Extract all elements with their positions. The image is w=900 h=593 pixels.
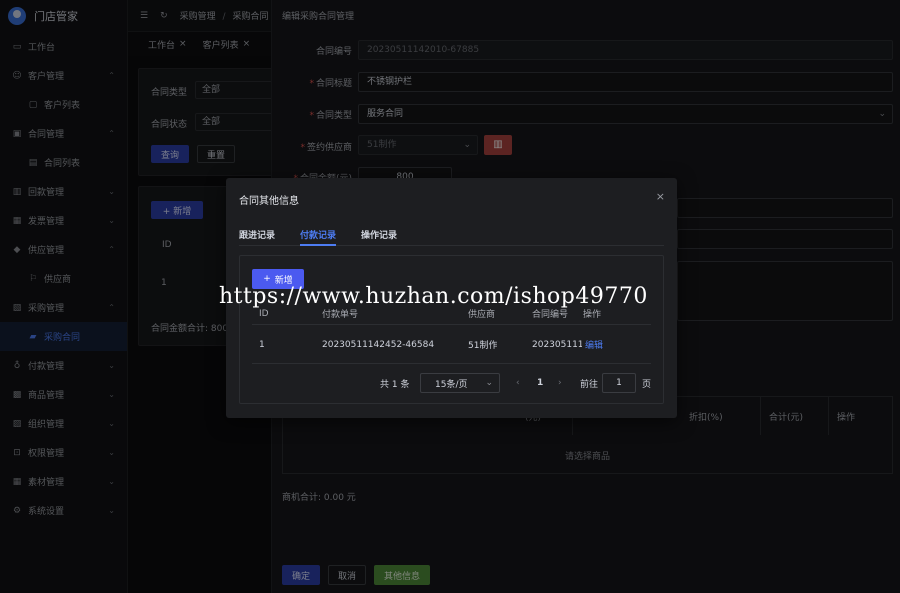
page-number[interactable]: 1	[537, 373, 543, 393]
pagination: 共 1 条 15条/页 ⌄ ‹ 1 › 前往 1 页	[240, 373, 665, 393]
next-page-icon[interactable]: ›	[558, 373, 562, 393]
row-contract-no: 2023051114	[532, 339, 582, 350]
dialog-title: 合同其他信息	[239, 196, 299, 207]
chevron-down-icon: ⌄	[485, 378, 493, 388]
plus-icon: +	[263, 274, 271, 284]
page-suffix: 页	[642, 379, 652, 390]
close-icon[interactable]: ×	[656, 190, 665, 203]
tab-operation-log[interactable]: 操作记录	[361, 228, 397, 241]
prev-page-icon[interactable]: ‹	[516, 373, 520, 393]
page-size-select[interactable]: 15条/页 ⌄	[420, 373, 500, 393]
page-size-value: 15条/页	[435, 379, 468, 390]
tab-payment-records[interactable]: 付款记录	[300, 228, 337, 246]
edit-link[interactable]: 编辑	[585, 326, 603, 363]
row-supplier: 51制作	[468, 341, 498, 351]
goto-page-input[interactable]: 1	[602, 373, 636, 393]
dialog-tabs: 跟进记录 付款记录 操作记录	[239, 226, 664, 246]
row-payment-no: 20230511142452-46584	[322, 339, 435, 350]
pagination-total: 共 1 条	[380, 379, 410, 390]
payment-records-panel: + 新增 ID 付款单号 供应商 合同编号 操作 1 2023051114245…	[239, 255, 664, 404]
watermark-text: https://www.huzhan.com/ishop49770	[219, 284, 648, 309]
table-row: 1 20230511142452-46584 51制作 2023051114 编…	[252, 326, 651, 364]
tab-follow-up[interactable]: 跟进记录	[239, 228, 275, 241]
goto-label: 前往	[580, 379, 599, 390]
row-id: 1	[259, 339, 265, 350]
